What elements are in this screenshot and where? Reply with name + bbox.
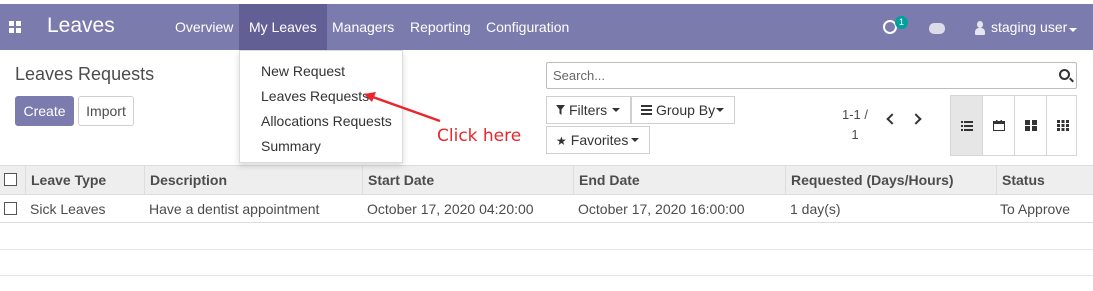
user-chevron-down-icon[interactable] (1069, 28, 1077, 32)
chevron-down-icon (631, 138, 639, 142)
grid-view-button[interactable] (1047, 96, 1079, 155)
row-checkbox[interactable] (4, 202, 17, 215)
menu-reporting[interactable]: Reporting (400, 4, 481, 50)
empty-row (0, 250, 1093, 276)
favorites-button[interactable]: ★ Favorites (546, 126, 650, 154)
apps-menu-icon[interactable] (9, 21, 21, 33)
column-leave-type[interactable]: Leave Type (25, 166, 145, 194)
kanban-icon (1025, 120, 1037, 131)
page-title: Leaves Requests (15, 64, 155, 84)
chat-icon[interactable] (929, 23, 945, 34)
chevron-left-icon[interactable] (886, 113, 898, 125)
cell-leave-type: Sick Leaves (30, 201, 106, 217)
menu-configuration[interactable]: Configuration (476, 4, 579, 50)
cell-status: To Approve (1000, 201, 1071, 217)
user-menu[interactable]: staging user (991, 19, 1067, 35)
top-navbar: Leaves Overview My Leaves Managers Repor… (0, 4, 1093, 50)
select-all-checkbox[interactable] (4, 173, 17, 186)
menu-managers[interactable]: Managers (322, 4, 404, 50)
filters-label: Filters (569, 102, 608, 118)
cell-requested: 1 day(s) (790, 201, 841, 217)
calendar-view-button[interactable] (983, 96, 1015, 155)
cell-end-date: October 17, 2020 16:00:00 (578, 201, 745, 217)
search-icon[interactable] (1059, 69, 1070, 80)
table-header: Leave Type Description Start Date End Da… (0, 165, 1093, 195)
column-start-date[interactable]: Start Date (362, 166, 574, 194)
cell-start-date: October 17, 2020 04:20:00 (367, 201, 534, 217)
search-placeholder: Search... (553, 68, 606, 83)
favorites-label: Favorites (570, 132, 629, 148)
grid-icon (1057, 120, 1069, 131)
menu-item-leaves-requests[interactable]: Leaves Requests (261, 88, 369, 104)
menu-item-new-request[interactable]: New Request (261, 63, 345, 79)
search-input[interactable]: Search... (546, 62, 1077, 89)
column-status[interactable]: Status (996, 166, 1093, 194)
chevron-down-icon (612, 108, 620, 112)
filter-icon (556, 105, 565, 115)
column-end-date[interactable]: End Date (573, 166, 786, 194)
menu-item-summary[interactable]: Summary (261, 138, 321, 154)
view-switcher (950, 95, 1077, 156)
import-button[interactable]: Import (78, 96, 134, 126)
list-view-button[interactable] (951, 96, 983, 155)
app-brand[interactable]: Leaves (47, 14, 115, 38)
activity-badge: 1 (895, 16, 908, 29)
pager-total: 1 (851, 127, 859, 142)
list-icon (961, 121, 973, 131)
user-icon (975, 21, 985, 36)
filters-button[interactable]: Filters (546, 96, 631, 124)
chevron-down-icon (716, 108, 724, 112)
chevron-right-icon[interactable] (910, 113, 922, 125)
cell-description: Have a dentist appointment (149, 201, 320, 217)
kanban-view-button[interactable] (1015, 96, 1047, 155)
groupby-label: Group By (656, 102, 716, 118)
star-icon: ★ (556, 134, 567, 148)
bars-icon (641, 105, 652, 115)
pager-value[interactable]: 1-1 / 1 (840, 105, 870, 145)
annotation-label: Click here (437, 126, 522, 146)
column-description[interactable]: Description (144, 166, 363, 194)
menu-overview[interactable]: Overview (165, 4, 243, 50)
menu-my-leaves[interactable]: My Leaves (239, 4, 327, 50)
calendar-icon (993, 120, 1005, 131)
pager-range: 1-1 / (841, 107, 868, 122)
empty-row (0, 224, 1093, 250)
table-row[interactable]: Sick Leaves Have a dentist appointment O… (0, 195, 1093, 223)
column-requested[interactable]: Requested (Days/Hours) (785, 166, 997, 194)
create-button[interactable]: Create (15, 96, 74, 126)
groupby-button[interactable]: Group By (631, 96, 735, 124)
